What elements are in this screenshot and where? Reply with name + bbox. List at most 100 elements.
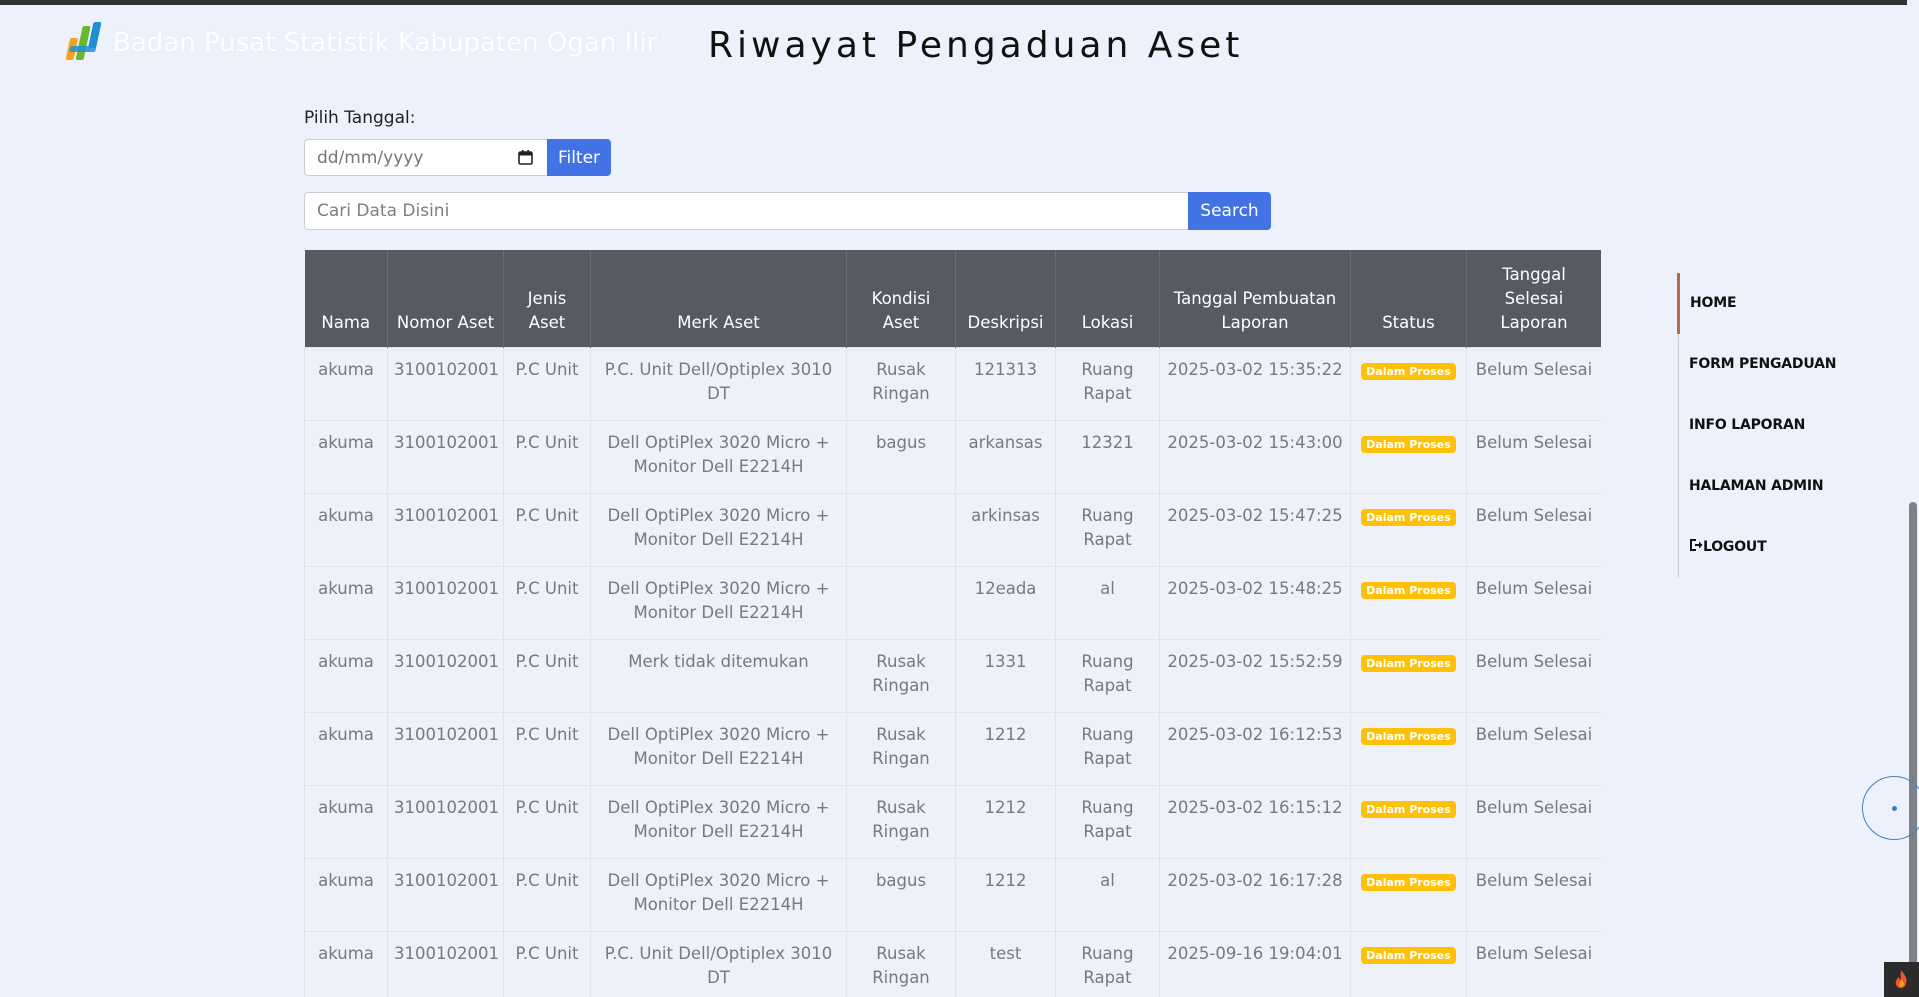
- table-row[interactable]: akuma 3100102001 P.C Unit P.C. Unit Dell…: [304, 930, 1601, 997]
- cell-nomor-aset: 3100102001: [387, 784, 504, 859]
- cell-jenis-aset: P.C Unit: [503, 930, 591, 997]
- cell-jenis-aset: P.C Unit: [503, 638, 591, 713]
- cell-status: Dalam Proses: [1350, 419, 1467, 494]
- cell-tanggal-pembuatan: 2025-03-02 15:48:25: [1159, 565, 1351, 640]
- cell-deskripsi: 12eada: [955, 565, 1056, 640]
- cell-tanggal-pembuatan: 2025-03-02 15:52:59: [1159, 638, 1351, 713]
- table-row[interactable]: akuma 3100102001 P.C Unit Dell OptiPlex …: [304, 784, 1601, 859]
- cell-merk-aset: P.C. Unit Dell/Optiplex 3010 DT: [590, 346, 847, 421]
- cell-kondisi-aset: bagus: [846, 857, 956, 932]
- cell-jenis-aset: P.C Unit: [503, 419, 591, 494]
- cell-merk-aset: Dell OptiPlex 3020 Micro + Monitor Dell …: [590, 711, 847, 786]
- brand-name[interactable]: Badan Pusat Statistik Kabupaten Ogan Ili…: [113, 28, 657, 58]
- cell-tanggal-pembuatan: 2025-03-02 15:47:25: [1159, 492, 1351, 567]
- search-input[interactable]: [304, 192, 1188, 230]
- cell-lokasi: al: [1055, 857, 1160, 932]
- status-badge: Dalam Proses: [1361, 873, 1456, 891]
- cell-jenis-aset: P.C Unit: [503, 346, 591, 421]
- cell-merk-aset: Merk tidak ditemukan: [590, 638, 847, 713]
- cell-nama: akuma: [304, 638, 388, 713]
- cell-nama: akuma: [304, 711, 388, 786]
- filter-button[interactable]: Filter: [547, 139, 611, 176]
- cell-merk-aset: Dell OptiPlex 3020 Micro + Monitor Dell …: [590, 784, 847, 859]
- cell-nama: akuma: [304, 346, 388, 421]
- column-header[interactable]: Deskripsi: [955, 250, 1056, 347]
- table-row[interactable]: akuma 3100102001 P.C Unit Merk tidak dit…: [304, 638, 1601, 713]
- column-header[interactable]: Merk Aset: [590, 250, 847, 347]
- status-badge: Dalam Proses: [1361, 508, 1456, 526]
- cell-status: Dalam Proses: [1350, 711, 1467, 786]
- side-navigation: HOME FORM PENGADUAN INFO LAPORAN HALAMAN…: [1677, 273, 1858, 578]
- cell-status: Dalam Proses: [1350, 638, 1467, 713]
- cell-lokasi: Ruang Rapat: [1055, 784, 1160, 859]
- cell-tanggal-selesai: Belum Selesai: [1466, 346, 1601, 421]
- data-table: Nama Nomor Aset Jenis Aset Merk Aset Kon…: [304, 250, 1601, 997]
- cell-lokasi: Ruang Rapat: [1055, 930, 1160, 997]
- status-badge: Dalam Proses: [1361, 581, 1456, 599]
- column-header[interactable]: Nomor Aset: [387, 250, 504, 347]
- cell-nama: akuma: [304, 930, 388, 997]
- cell-nama: akuma: [304, 565, 388, 640]
- table-row[interactable]: akuma 3100102001 P.C Unit Dell OptiPlex …: [304, 419, 1601, 494]
- widget-dot-icon: [1892, 806, 1897, 811]
- cell-nomor-aset: 3100102001: [387, 492, 504, 567]
- cell-tanggal-selesai: Belum Selesai: [1466, 857, 1601, 932]
- flame-icon: [1895, 970, 1907, 988]
- cell-jenis-aset: P.C Unit: [503, 492, 591, 567]
- cell-tanggal-pembuatan: 2025-03-02 16:17:28: [1159, 857, 1351, 932]
- cell-merk-aset: Dell OptiPlex 3020 Micro + Monitor Dell …: [590, 492, 847, 567]
- search-button[interactable]: Search: [1188, 192, 1271, 230]
- cell-lokasi: 12321: [1055, 419, 1160, 494]
- cell-merk-aset: Dell OptiPlex 3020 Micro + Monitor Dell …: [590, 565, 847, 640]
- floating-widget-button[interactable]: [1862, 776, 1919, 840]
- calendar-icon[interactable]: [518, 149, 533, 165]
- nav-logout[interactable]: LOGOUT: [1679, 517, 1858, 578]
- cell-tanggal-selesai: Belum Selesai: [1466, 638, 1601, 713]
- nav-info-laporan[interactable]: INFO LAPORAN: [1679, 395, 1858, 456]
- column-header[interactable]: Lokasi: [1055, 250, 1160, 347]
- cell-nomor-aset: 3100102001: [387, 419, 504, 494]
- cell-nama: akuma: [304, 492, 388, 567]
- cell-kondisi-aset: bagus: [846, 419, 956, 494]
- column-header[interactable]: Kondisi Aset: [846, 250, 956, 347]
- cell-nama: akuma: [304, 419, 388, 494]
- table-row[interactable]: akuma 3100102001 P.C Unit Dell OptiPlex …: [304, 857, 1601, 932]
- cell-deskripsi: arkinsas: [955, 492, 1056, 567]
- nav-halaman-admin[interactable]: HALAMAN ADMIN: [1679, 456, 1858, 517]
- cell-tanggal-selesai: Belum Selesai: [1466, 565, 1601, 640]
- table-header-row: Nama Nomor Aset Jenis Aset Merk Aset Kon…: [304, 250, 1601, 347]
- cell-tanggal-selesai: Belum Selesai: [1466, 930, 1601, 997]
- column-header[interactable]: Status: [1350, 250, 1467, 347]
- cell-tanggal-pembuatan: 2025-09-16 19:04:01: [1159, 930, 1351, 997]
- table-row[interactable]: akuma 3100102001 P.C Unit Dell OptiPlex …: [304, 565, 1601, 640]
- nav-form-pengaduan[interactable]: FORM PENGADUAN: [1679, 334, 1858, 395]
- cell-jenis-aset: P.C Unit: [503, 711, 591, 786]
- cell-lokasi: al: [1055, 565, 1160, 640]
- cell-nomor-aset: 3100102001: [387, 565, 504, 640]
- cell-deskripsi: test: [955, 930, 1056, 997]
- column-header[interactable]: Jenis Aset: [503, 250, 591, 347]
- bps-logo-icon: [65, 22, 102, 60]
- status-badge: Dalam Proses: [1361, 800, 1456, 818]
- column-header[interactable]: Nama: [304, 250, 388, 347]
- fire-widget-button[interactable]: [1884, 962, 1919, 997]
- date-input[interactable]: [304, 139, 547, 176]
- top-border: [0, 0, 1919, 5]
- column-header[interactable]: Tanggal Pembuatan Laporan: [1159, 250, 1351, 347]
- column-header[interactable]: Tanggal Selesai Laporan: [1466, 250, 1601, 347]
- cell-status: Dalam Proses: [1350, 565, 1467, 640]
- cell-kondisi-aset: Rusak Ringan: [846, 346, 956, 421]
- page-title: Riwayat Pengaduan Aset: [708, 25, 1244, 66]
- table-row[interactable]: akuma 3100102001 P.C Unit Dell OptiPlex …: [304, 711, 1601, 786]
- status-badge: Dalam Proses: [1361, 654, 1456, 672]
- page-scrollbar-thumb[interactable]: [1909, 502, 1917, 989]
- cell-status: Dalam Proses: [1350, 857, 1467, 932]
- cell-jenis-aset: P.C Unit: [503, 565, 591, 640]
- cell-nama: akuma: [304, 784, 388, 859]
- cell-deskripsi: 121313: [955, 346, 1056, 421]
- nav-home[interactable]: HOME: [1677, 273, 1858, 334]
- cell-tanggal-selesai: Belum Selesai: [1466, 784, 1601, 859]
- table-row[interactable]: akuma 3100102001 P.C Unit Dell OptiPlex …: [304, 492, 1601, 567]
- table-row[interactable]: akuma 3100102001 P.C Unit P.C. Unit Dell…: [304, 346, 1601, 421]
- cell-kondisi-aset: [846, 492, 956, 567]
